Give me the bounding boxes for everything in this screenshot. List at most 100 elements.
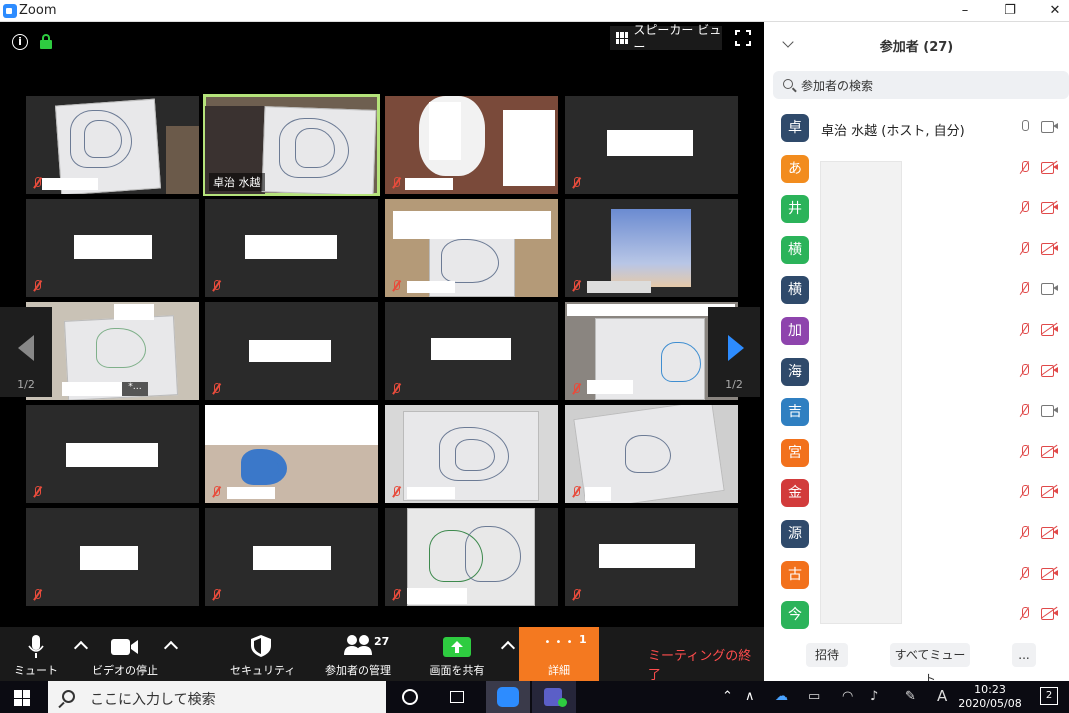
video-off-icon[interactable] [1041,606,1058,621]
more-options-button[interactable]: ... [1012,643,1036,667]
invite-button[interactable]: 招待 [806,643,848,667]
microphone-icon[interactable] [1019,120,1029,134]
video-tile[interactable] [26,405,199,503]
share-options-chevron-icon[interactable] [500,640,516,656]
video-off-icon[interactable] [1041,485,1058,499]
video-tile[interactable] [385,199,558,297]
mute-all-button[interactable]: すべてミュート [890,643,970,686]
muted-mic-icon[interactable] [1019,566,1029,581]
muted-mic-icon[interactable] [1019,485,1029,499]
tray-show-hidden-icon[interactable]: ⌃ [722,689,733,704]
participant-row-host[interactable]: 卓卓治 水越 (ホスト, 自分) [764,110,1069,144]
participant-row[interactable]: 古 [764,557,1069,591]
meeting-info-icon[interactable]: i [12,34,28,50]
clock[interactable]: 10:23 2020/05/08 [955,683,1025,711]
participant-row[interactable]: 吉 [764,394,1069,428]
video-tile-active-speaker[interactable]: 卓治 水越 [203,94,380,196]
share-screen-label: 画面を共有 [429,664,485,677]
video-tile[interactable] [26,508,199,606]
video-off-icon[interactable] [1041,160,1058,174]
taskbar-search-input[interactable]: ここに入力して検索 [48,681,386,713]
speaker-view-button[interactable]: スピーカー ビュー [610,23,722,54]
video-tile[interactable] [205,405,378,503]
share-screen-button[interactable]: 画面を共有 [424,627,490,681]
manage-participants-button[interactable]: 27 参加者の管理 [320,627,396,681]
participant-row[interactable]: 今 [764,597,1069,631]
wifi-icon[interactable]: ◠ [842,689,853,704]
video-tile[interactable] [26,96,199,194]
muted-mic-icon[interactable] [1019,282,1029,296]
muted-mic-icon[interactable] [1019,363,1029,378]
video-tile[interactable] [565,508,738,606]
battery-icon[interactable]: ▭ [808,689,820,704]
video-tile[interactable] [565,405,738,503]
video-off-icon[interactable] [1041,200,1058,215]
teams-taskbar-icon[interactable] [532,681,576,713]
participant-row[interactable]: 宮 [764,435,1069,469]
fullscreen-icon[interactable] [735,30,751,46]
minimize-button[interactable]: – [950,1,980,21]
previous-page-button[interactable]: 1/2 [0,307,52,397]
participant-row[interactable]: あ [764,151,1069,185]
windows-start-icon[interactable] [14,690,30,706]
video-tile[interactable] [205,199,378,297]
video-off-icon[interactable] [1041,525,1058,539]
video-tile[interactable] [385,302,558,400]
muted-mic-icon[interactable] [1019,607,1029,621]
volume-icon[interactable]: ♪ [870,689,878,704]
muted-mic-icon[interactable] [1019,404,1029,418]
video-options-chevron-icon[interactable] [163,640,179,656]
video-camera-icon[interactable] [1041,283,1058,296]
security-button[interactable]: セキュリティ [230,627,295,681]
notification-center-icon[interactable]: 2 [1040,687,1058,705]
onedrive-icon[interactable]: ☁ [775,689,788,704]
muted-mic-icon[interactable] [1019,323,1029,337]
stop-video-button[interactable]: ビデオの停止 [92,627,158,681]
muted-mic-icon[interactable] [1019,526,1029,540]
muted-mic-icon[interactable] [1019,444,1029,459]
speaker-view-label: スピーカー ビュー [633,23,722,54]
muted-mic-icon[interactable] [1019,201,1029,215]
participant-row[interactable]: 横 [764,272,1069,306]
video-tile[interactable] [385,508,558,606]
task-view-icon[interactable] [442,685,472,709]
participant-row[interactable]: 金 [764,475,1069,509]
participant-row[interactable]: 源 [764,516,1069,550]
participant-row[interactable]: 加 [764,313,1069,347]
encryption-lock-icon[interactable] [40,34,52,49]
mute-button[interactable]: ミュート [10,627,62,681]
maximize-button[interactable]: ❐ [995,1,1025,21]
pen-icon[interactable]: ✎ [905,689,916,704]
tray-show-hidden-icon-2[interactable]: ∧ [745,689,755,704]
zoom-taskbar-icon[interactable] [486,681,530,713]
close-button[interactable]: ✕ [1040,1,1069,21]
muted-mic-icon[interactable] [1019,241,1029,256]
video-off-icon[interactable] [1041,363,1058,377]
participant-row[interactable]: 海 [764,354,1069,388]
video-tile[interactable] [205,508,378,606]
video-tile[interactable] [565,96,738,194]
next-page-button[interactable]: 1/2 [708,307,760,397]
muted-mic-icon[interactable] [1019,160,1029,175]
video-camera-icon[interactable] [1041,121,1058,133]
video-tile[interactable] [385,405,558,503]
more-details-button[interactable]: • • • 1 詳細 [519,627,599,681]
video-off-icon[interactable] [1041,241,1058,255]
video-tile[interactable] [205,302,378,400]
participant-row[interactable]: 井 [764,191,1069,225]
participant-row[interactable]: 横 [764,232,1069,266]
video-tile[interactable] [565,199,738,297]
video-camera-icon[interactable] [1041,405,1058,418]
video-tile[interactable] [385,96,558,194]
cortana-icon[interactable] [396,685,426,709]
participant-search-input[interactable]: 参加者の検索 [773,71,1069,99]
clock-time: 10:23 [974,683,1006,696]
end-meeting-button[interactable]: ミーティングの終了 [648,645,764,683]
video-off-icon[interactable] [1041,444,1058,458]
muted-mic-icon [32,589,42,601]
video-off-icon[interactable] [1041,566,1058,580]
video-tile[interactable] [26,199,199,297]
audio-options-chevron-icon[interactable] [73,640,89,656]
video-off-icon[interactable] [1041,322,1058,336]
ime-indicator[interactable]: A [937,687,947,705]
